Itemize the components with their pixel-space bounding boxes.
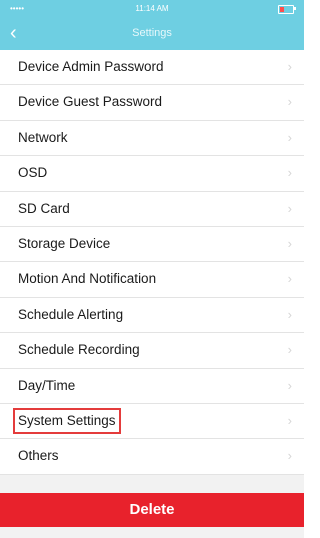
settings-item-label: Storage Device (18, 235, 111, 251)
battery-tip (294, 7, 296, 10)
settings-item-sd-card[interactable]: SD Card › (0, 192, 304, 227)
settings-item-network[interactable]: Network › (0, 121, 304, 157)
top-bar: ••••• 11:14 AM ‹ Settings (0, 0, 304, 50)
settings-item-motion-and-notification[interactable]: Motion And Notification › (0, 262, 304, 298)
settings-item-label: Schedule Alerting (18, 306, 124, 322)
chevron-right-icon: › (287, 342, 292, 358)
chevron-right-icon: › (287, 235, 292, 251)
chevron-right-icon: › (287, 306, 292, 322)
settings-item-device-admin-password[interactable]: Device Admin Password › (0, 50, 304, 86)
settings-item-schedule-alerting[interactable]: Schedule Alerting › (0, 298, 304, 334)
chevron-right-icon: › (287, 271, 292, 287)
settings-item-device-guest-password[interactable]: Device Guest Password › (0, 85, 304, 121)
settings-item-storage-device[interactable]: Storage Device › (0, 227, 304, 263)
page-title: Settings (132, 27, 172, 39)
settings-item-label: Others (18, 448, 59, 464)
bottom-margin (0, 527, 304, 538)
settings-item-label: Schedule Recording (18, 342, 140, 358)
delete-button[interactable]: Delete (0, 493, 304, 527)
settings-item-others[interactable]: Others › (0, 439, 304, 475)
settings-item-label: OSD (18, 165, 48, 181)
status-time: 11:14 AM (135, 4, 169, 13)
settings-item-label: Day/Time (18, 377, 76, 393)
settings-item-label: Network (18, 129, 68, 145)
status-bar: ••••• 11:14 AM (0, 0, 304, 17)
section-divider (0, 475, 304, 493)
chevron-right-icon: › (287, 377, 292, 393)
chevron-right-icon: › (287, 200, 292, 216)
chevron-right-icon: › (287, 165, 292, 181)
chevron-right-icon: › (287, 129, 292, 145)
settings-item-label: Device Admin Password (18, 59, 164, 74)
settings-item-label: Motion And Notification (18, 271, 157, 287)
nav-bar: ‹ Settings (0, 17, 304, 50)
settings-item-label: SD Card (18, 200, 70, 216)
chevron-right-icon: › (287, 448, 292, 464)
settings-item-system-settings[interactable]: System Settings › (0, 404, 304, 440)
settings-item-day-time[interactable]: Day/Time › (0, 369, 304, 404)
settings-item-label: Device Guest Password (18, 94, 163, 110)
battery-icon (278, 5, 294, 14)
chevron-right-icon: › (287, 412, 292, 428)
chevron-right-icon: › (287, 59, 292, 74)
settings-list: Device Admin Password › Device Guest Pas… (0, 50, 304, 475)
chevron-right-icon: › (287, 94, 292, 110)
settings-item-label: System Settings (13, 407, 121, 434)
settings-item-schedule-recording[interactable]: Schedule Recording › (0, 333, 304, 369)
settings-item-osd[interactable]: OSD › (0, 156, 304, 192)
